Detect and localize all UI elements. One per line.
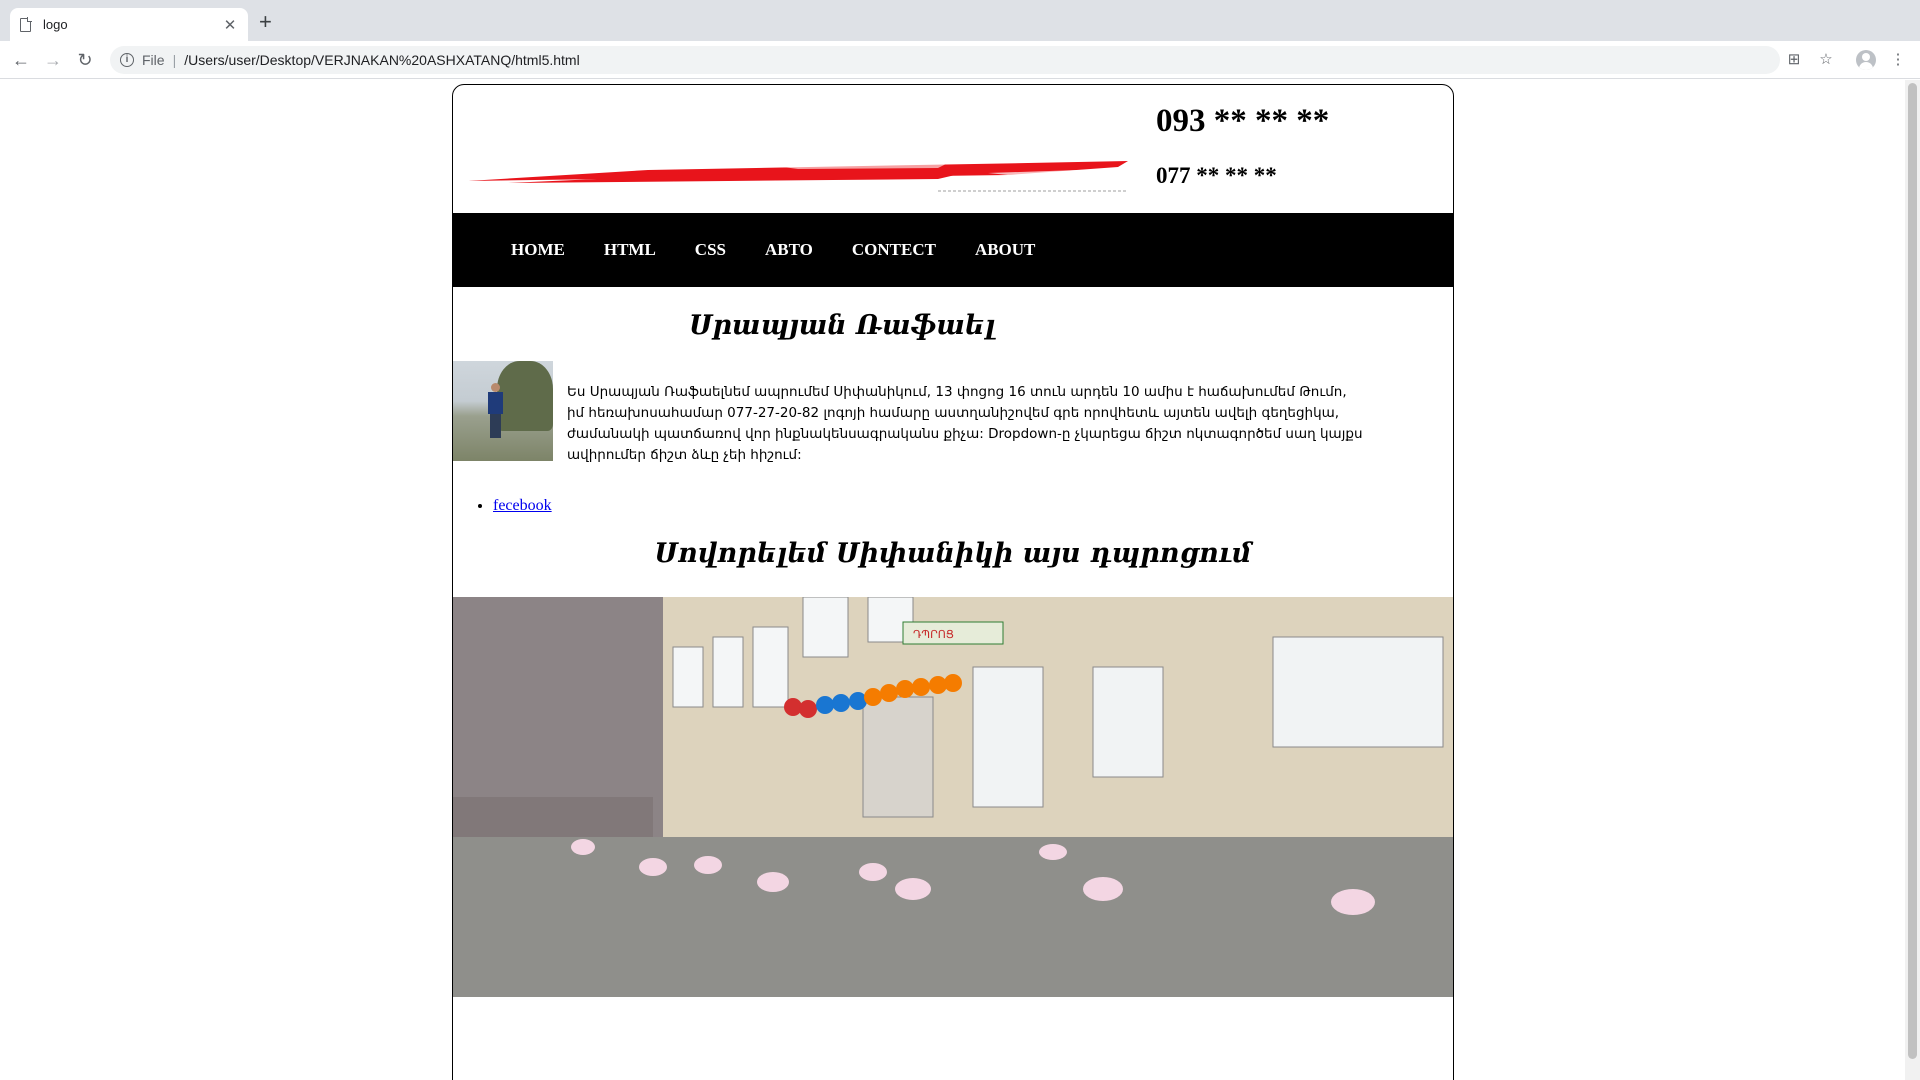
profile-title: Սրապյան Ռաֆաել bbox=[689, 310, 996, 341]
menu-item-css[interactable]: CSS bbox=[695, 240, 726, 260]
new-tab-button[interactable]: + bbox=[259, 11, 272, 33]
links-list: fecebook bbox=[493, 497, 552, 515]
profile-photo bbox=[453, 361, 553, 461]
school-photo: ԴՊՐՈՑ bbox=[453, 597, 1453, 997]
reload-icon[interactable]: ↻ bbox=[73, 48, 97, 72]
facebook-link[interactable]: fecebook bbox=[493, 497, 552, 514]
profile-bio: Ես Սրապյան Ռաֆաելնեմ ապրումեմ Սիփանիկում… bbox=[567, 384, 1363, 463]
menu-item-about[interactable]: ABOUT bbox=[975, 240, 1035, 260]
menu-item-abto[interactable]: ABTO bbox=[765, 240, 813, 260]
page-container: A 093 ** ** ** 077 ** ** ** HOME HTML CS… bbox=[452, 84, 1454, 1080]
logo-image: A bbox=[468, 161, 1128, 192]
site-header: A 093 ** ** ** 077 ** ** ** bbox=[453, 85, 1453, 213]
url-separator: | bbox=[172, 52, 177, 68]
menu-kebab-icon[interactable]: ⋮ bbox=[1887, 49, 1909, 71]
vertical-scrollbar[interactable] bbox=[1905, 80, 1920, 1080]
tab-title: logo bbox=[43, 17, 68, 32]
phone-secondary: 077 ** ** ** bbox=[1156, 163, 1277, 188]
menu-item-home[interactable]: HOME bbox=[511, 240, 565, 260]
info-icon[interactable]: i bbox=[120, 53, 134, 67]
phone-primary: 093 ** ** ** bbox=[1156, 103, 1330, 139]
profile-avatar-icon[interactable] bbox=[1855, 50, 1877, 72]
list-item: fecebook bbox=[493, 497, 552, 515]
page-viewport: A 093 ** ** ** 077 ** ** ** HOME HTML CS… bbox=[0, 80, 1920, 1080]
address-bar[interactable]: i File | /Users/user/Desktop/VERJNAKAN%2… bbox=[110, 46, 1780, 74]
back-arrow-icon[interactable]: ← bbox=[9, 48, 33, 72]
page-icon bbox=[20, 17, 32, 32]
main-menu: HOME HTML CSS ABTO CONTECT ABOUT bbox=[453, 213, 1453, 287]
browser-toolbar: ← → ↻ i File | /Users/user/Desktop/VERJN… bbox=[0, 41, 1920, 79]
logo-mark: A bbox=[1033, 173, 1038, 180]
browser-tab[interactable]: logo ✕ bbox=[10, 8, 248, 41]
school-title: Սովորելեմ Սիփանիկի այս դպրոցում bbox=[654, 538, 1252, 569]
forward-arrow-icon[interactable]: → bbox=[41, 48, 65, 72]
menu-item-html[interactable]: HTML bbox=[604, 240, 656, 260]
bookmark-star-icon[interactable]: ☆ bbox=[1815, 49, 1837, 71]
url-scheme: File bbox=[142, 52, 165, 68]
browser-tabstrip: logo ✕ + bbox=[0, 0, 1920, 41]
url-text[interactable]: /Users/user/Desktop/VERJNAKAN%20ASHXATAN… bbox=[184, 52, 580, 68]
school-sign: ԴՊՐՈՑ bbox=[913, 629, 954, 641]
translate-icon[interactable]: ⊞ bbox=[1783, 49, 1805, 71]
tab-close-icon[interactable]: ✕ bbox=[222, 16, 238, 34]
menu-item-contect[interactable]: CONTECT bbox=[852, 240, 936, 260]
scrollbar-thumb[interactable] bbox=[1908, 83, 1917, 1059]
